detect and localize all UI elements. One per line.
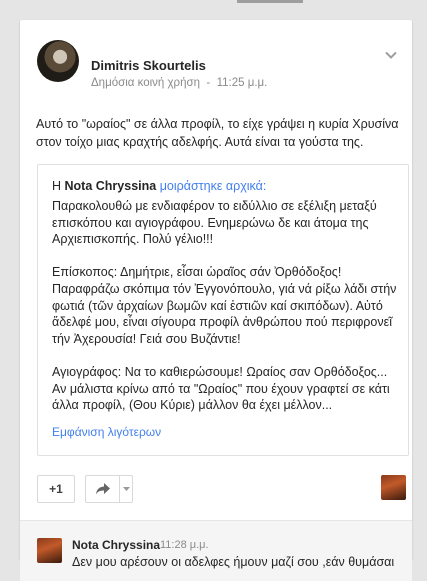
comment-text: Δεν μου αρέσουν οι αδελφες ήμουν μαζί σο…	[72, 555, 395, 569]
comment-avatar[interactable]	[37, 538, 62, 563]
active-tab-indicator	[237, 0, 303, 3]
comments-section: Nota Chryssina 11:28 μ.μ. Δεν μου αρέσου…	[20, 521, 412, 581]
caret-down-icon	[122, 487, 130, 491]
post-card: Dimitris Skourtelis Δημόσια κοινή χρήση …	[20, 20, 412, 581]
top-strip	[0, 0, 427, 8]
shared-author[interactable]: Nota Chryssina	[65, 179, 157, 193]
show-less-link[interactable]: Εμφάνιση λιγότερων	[52, 425, 161, 439]
shared-paragraph: Επίσκοπος: Δημήτριε, εἶσαι ὡραῖος σάν Ὀρ…	[52, 265, 397, 346]
shared-prefix: Η	[52, 179, 62, 193]
share-dropdown-button[interactable]	[119, 475, 133, 503]
meta-separator: -	[206, 77, 211, 89]
shared-paragraph: Αγιογράφος: Να το καθιερώσουμε! Ωραίος σ…	[52, 364, 390, 413]
author-avatar[interactable]	[37, 40, 79, 82]
author-name[interactable]: Dimitris Skourtelis	[91, 58, 206, 73]
share-button[interactable]	[85, 475, 119, 503]
shared-original-link[interactable]: μοιράστηκε αρχικά:	[160, 179, 267, 193]
shared-header: Η Nota Chryssina μοιράστηκε αρχικά:	[52, 179, 266, 193]
shared-paragraph: Παρακολουθώ με ενδιαφέρον το ειδύλλιο σε…	[52, 199, 377, 247]
shared-post: Η Nota Chryssina μοιράστηκε αρχικά: Παρα…	[37, 164, 409, 456]
post-time[interactable]: 11:25 μ.μ.	[217, 77, 268, 89]
visibility-label[interactable]: Δημόσια κοινή χρήση	[91, 77, 200, 89]
post-text: Αυτό το "ωραίος" σε άλλα προφίλ, το είχε…	[36, 117, 399, 149]
share-arrow-icon	[95, 483, 110, 495]
post-actions: +1	[37, 475, 409, 503]
plus-one-button[interactable]: +1	[37, 475, 75, 503]
comment-author[interactable]: Nota Chryssina	[72, 538, 160, 552]
chevron-down-icon[interactable]	[385, 49, 397, 61]
plus-one-user-avatar[interactable]	[381, 475, 406, 500]
comment-time: 11:28 μ.μ.	[160, 539, 209, 551]
post-meta: Δημόσια κοινή χρήση - 11:25 μ.μ.	[91, 77, 267, 89]
shared-body: Παρακολουθώ με ενδιαφέρον το ειδύλλιο σε…	[52, 198, 402, 430]
